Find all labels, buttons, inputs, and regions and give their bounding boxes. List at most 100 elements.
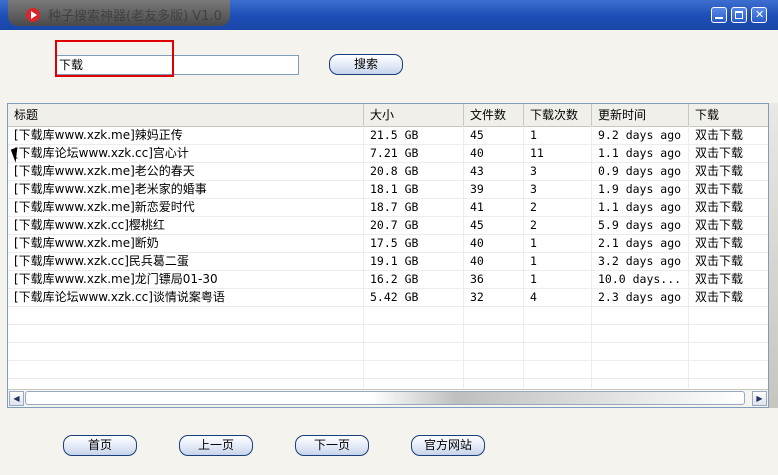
cell-title: [下载库www.xzk.cc]樱桃红 xyxy=(8,216,364,234)
maximize-button[interactable] xyxy=(731,7,747,23)
cell-title xyxy=(8,360,364,378)
cell-updated xyxy=(592,342,689,360)
cell-downloads xyxy=(524,324,592,342)
table-row[interactable]: [下载库www.xzk.cc]樱桃红 20.7 GB 45 2 5.9 days ago… xyxy=(8,216,768,235)
cell-updated: 5.9 days ago xyxy=(592,216,689,234)
results-table[interactable]: 标题 大小 文件数 下载次数 更新时间 下载 [下载库www.xzk.me]辣妈… xyxy=(7,103,769,408)
cell-title: [下载库www.xzk.me]老米家的婚事 xyxy=(8,180,364,198)
vertical-scroll-strip xyxy=(769,103,778,408)
cell-title: [下载库www.xzk.me]断奶 xyxy=(8,234,364,252)
cell-updated: 1.9 days ago xyxy=(592,180,689,198)
cell-files: 41 xyxy=(464,198,524,216)
cell-files xyxy=(464,306,524,324)
horizontal-scrollbar[interactable]: ◀ ▶ xyxy=(8,389,768,407)
cell-downloads xyxy=(524,306,592,324)
cell-downloads: 1 xyxy=(524,234,592,252)
cell-size: 19.1 GB xyxy=(364,252,464,270)
cell-downloads: 11 xyxy=(524,144,592,162)
cell-files: 45 xyxy=(464,126,524,144)
minimize-icon xyxy=(715,11,723,19)
table-row xyxy=(8,306,768,325)
search-input[interactable]: 下载 xyxy=(55,55,299,75)
cell-download-action[interactable]: 双击下载 xyxy=(689,288,768,306)
table-row[interactable]: [下载库www.xzk.me]老公的春天 20.8 GB 43 3 0.9 days a… xyxy=(8,162,768,181)
cell-download-action[interactable]: 双击下载 xyxy=(689,162,768,180)
cell-download-action[interactable]: 双击下载 xyxy=(689,234,768,252)
cell-size: 16.2 GB xyxy=(364,270,464,288)
maximize-icon xyxy=(735,11,743,19)
scrollbar-thumb[interactable] xyxy=(25,391,745,405)
prev-page-button[interactable]: 上一页 xyxy=(179,435,253,456)
column-header-title[interactable]: 标题 xyxy=(8,104,364,126)
column-header-size[interactable]: 大小 xyxy=(364,104,464,126)
cell-downloads: 1 xyxy=(524,270,592,288)
cell-size: 18.1 GB xyxy=(364,180,464,198)
cell-updated: 3.2 days ago xyxy=(592,252,689,270)
cell-download-action xyxy=(689,342,768,360)
table-row[interactable]: [下载库www.xzk.me]辣妈正传 21.5 GB 45 1 9.2 days ag… xyxy=(8,126,768,145)
search-button[interactable]: 搜索 xyxy=(329,54,403,75)
cell-downloads: 4 xyxy=(524,288,592,306)
scroll-left-icon[interactable]: ◀ xyxy=(9,391,24,406)
cell-downloads xyxy=(524,360,592,378)
cell-downloads: 2 xyxy=(524,198,592,216)
cell-title: [下载库论坛www.xzk.cc]宫心计 xyxy=(8,144,364,162)
cell-download-action[interactable]: 双击下载 xyxy=(689,198,768,216)
first-page-button[interactable]: 首页 xyxy=(63,435,137,456)
cell-files xyxy=(464,324,524,342)
cell-downloads: 3 xyxy=(524,180,592,198)
cell-size xyxy=(364,324,464,342)
cell-download-action[interactable]: 双击下载 xyxy=(689,144,768,162)
minimize-button[interactable] xyxy=(711,7,727,23)
cell-download-action[interactable]: 双击下载 xyxy=(689,270,768,288)
table-row[interactable]: [下载库www.xzk.me]龙门镖局01-30 16.2 GB 36 1 10.0 d… xyxy=(8,270,768,289)
table-row[interactable]: [下载库www.xzk.me]新恋爱时代 18.7 GB 41 2 1.1 days a… xyxy=(8,198,768,217)
table-row[interactable]: [下载库www.xzk.me]老米家的婚事 18.1 GB 39 3 1.9 days … xyxy=(8,180,768,199)
column-header-files[interactable]: 文件数 xyxy=(464,104,524,126)
cell-files xyxy=(464,360,524,378)
cell-size: 21.5 GB xyxy=(364,126,464,144)
table-row[interactable]: [下载库论坛www.xzk.cc]宫心计 7.21 GB 40 11 1.1 days … xyxy=(8,144,768,163)
official-site-button[interactable]: 官方网站 xyxy=(411,435,485,456)
table-header: 标题 大小 文件数 下载次数 更新时间 下载 xyxy=(8,104,768,127)
cell-updated: 2.1 days ago xyxy=(592,234,689,252)
cell-updated: 0.9 days ago xyxy=(592,162,689,180)
cell-size xyxy=(364,306,464,324)
column-header-updated[interactable]: 更新时间 xyxy=(592,104,689,126)
cell-files: 36 xyxy=(464,270,524,288)
window-title: 种子搜索神器(老友多版) V1.0 xyxy=(48,9,222,24)
close-button[interactable]: ✕ xyxy=(751,7,767,23)
scroll-right-icon[interactable]: ▶ xyxy=(752,391,767,406)
cell-size: 20.8 GB xyxy=(364,162,464,180)
cell-title: [下载库www.xzk.me]龙门镖局01-30 xyxy=(8,270,364,288)
cell-size: 17.5 GB xyxy=(364,234,464,252)
cell-files: 32 xyxy=(464,288,524,306)
cell-download-action xyxy=(689,360,768,378)
table-row xyxy=(8,342,768,361)
column-header-download[interactable]: 下载 xyxy=(689,104,768,126)
cell-downloads: 1 xyxy=(524,126,592,144)
cell-download-action[interactable]: 双击下载 xyxy=(689,216,768,234)
table-row[interactable]: [下载库www.xzk.cc]民兵葛二蛋 19.1 GB 40 1 3.2 days a… xyxy=(8,252,768,271)
cell-files: 43 xyxy=(464,162,524,180)
cell-download-action[interactable]: 双击下载 xyxy=(689,252,768,270)
cell-title: [下载库www.xzk.me]老公的春天 xyxy=(8,162,364,180)
cell-download-action xyxy=(689,324,768,342)
cell-download-action xyxy=(689,306,768,324)
title-tab: 种子搜索神器(老友多版) V1.0 xyxy=(8,0,230,26)
cell-title xyxy=(8,324,364,342)
column-header-downloads[interactable]: 下载次数 xyxy=(524,104,592,126)
cell-size: 20.7 GB xyxy=(364,216,464,234)
next-page-button[interactable]: 下一页 xyxy=(295,435,369,456)
cell-download-action[interactable]: 双击下载 xyxy=(689,126,768,144)
cell-updated: 2.3 days ago xyxy=(592,288,689,306)
table-row[interactable]: [下载库论坛www.xzk.cc]谈情说案粤语 5.42 GB 32 4 2.3 day… xyxy=(8,288,768,307)
cell-files: 40 xyxy=(464,252,524,270)
table-row xyxy=(8,360,768,379)
cell-size xyxy=(364,342,464,360)
cell-updated xyxy=(592,324,689,342)
table-row[interactable]: [下载库www.xzk.me]断奶 17.5 GB 40 1 2.1 days ago 双… xyxy=(8,234,768,253)
cell-title: [下载库www.xzk.me]新恋爱时代 xyxy=(8,198,364,216)
cell-downloads: 1 xyxy=(524,252,592,270)
cell-download-action[interactable]: 双击下载 xyxy=(689,180,768,198)
